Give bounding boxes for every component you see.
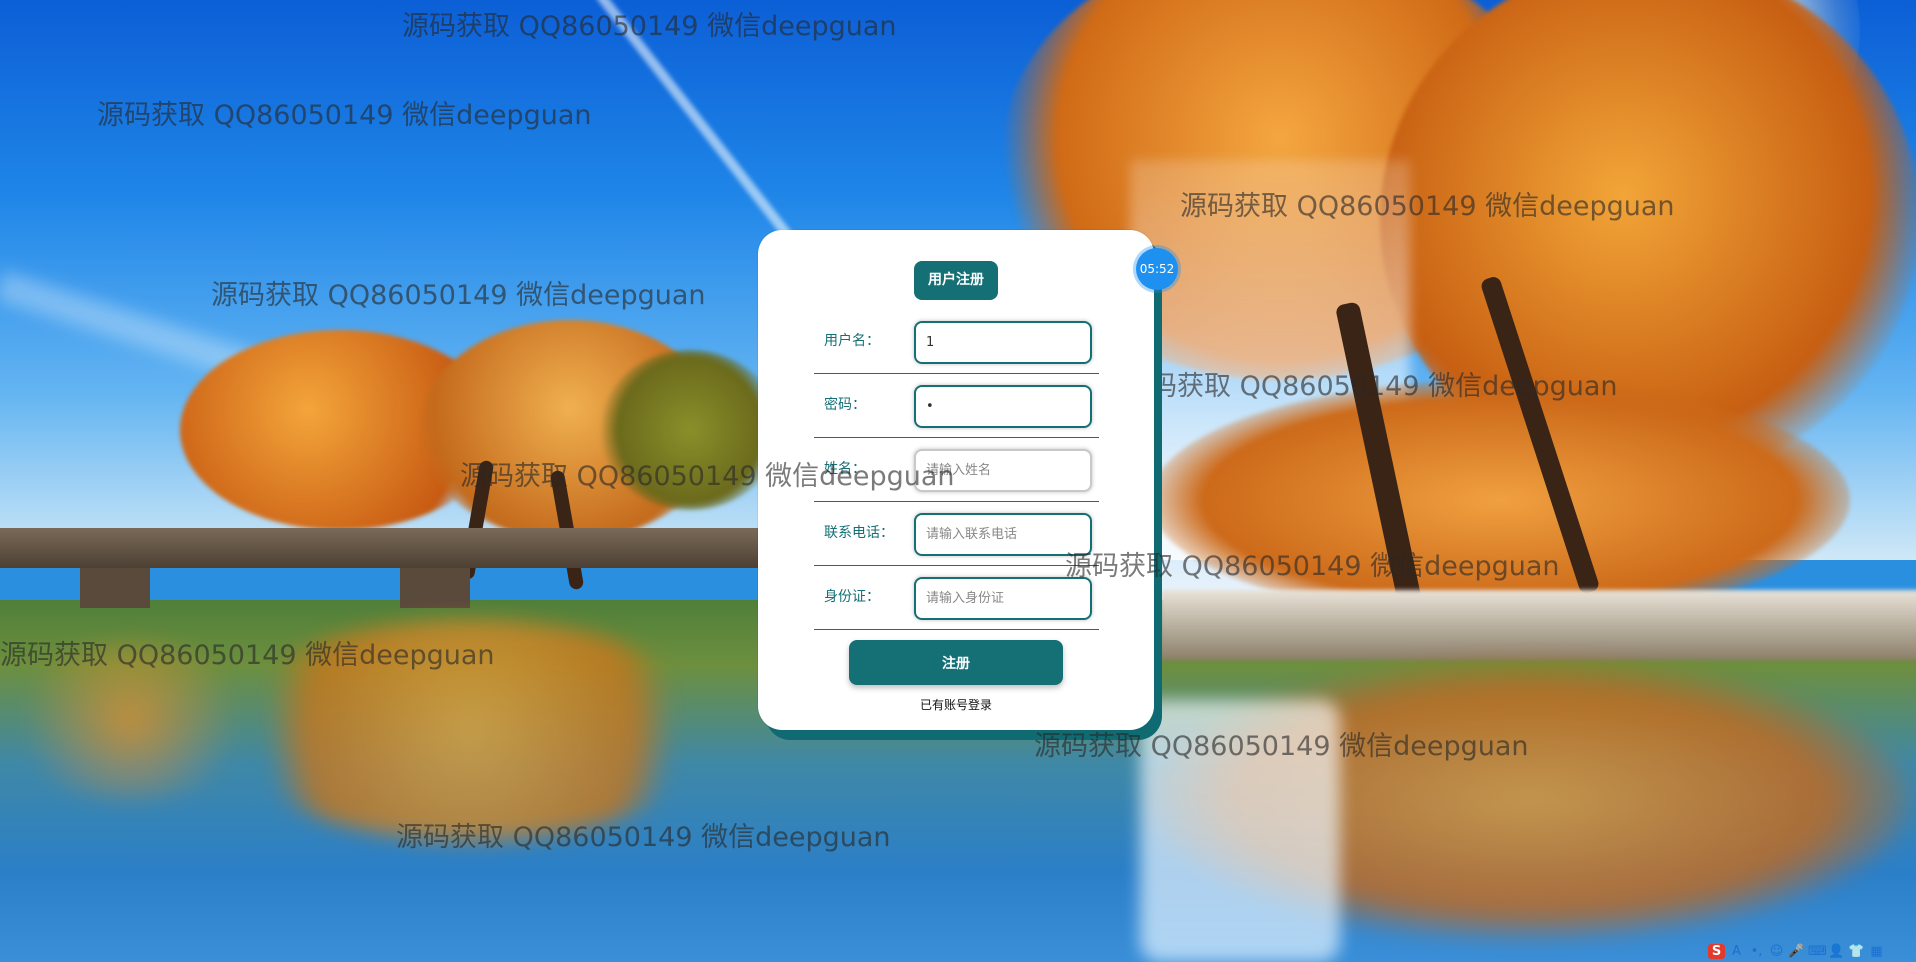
idcard-input[interactable] [914,577,1092,620]
punctuation-icon[interactable]: •, [1748,944,1765,959]
register-title: 用户注册 [914,261,998,300]
tree-canopy [600,350,780,510]
form-row-name: 姓名： [814,438,1099,502]
phone-label: 联系电话： [824,525,894,541]
bridge-pier [80,568,150,608]
login-link[interactable]: 已有账号登录 [758,696,1154,713]
keyboard-icon[interactable]: ⌨ [1808,944,1827,959]
bridge-pier [400,568,470,608]
username-label: 用户名： [824,333,880,349]
name-label: 姓名： [824,461,866,477]
ime-mode-icon[interactable]: A [1728,944,1745,959]
emoji-icon[interactable]: ☺ [1768,944,1785,959]
name-input[interactable] [914,449,1092,492]
toolbox-icon[interactable]: ▦ [1868,944,1885,959]
reflection [1140,700,1340,962]
username-input[interactable] [914,321,1092,364]
register-button[interactable]: 注册 [849,640,1063,685]
idcard-label: 身份证： [824,589,880,605]
river-bank [1160,590,1916,660]
sogou-logo-icon[interactable]: S [1708,943,1725,959]
password-label: 密码： [824,397,866,413]
reflection [220,620,720,840]
form-row-password: 密码： [814,374,1099,438]
microphone-icon[interactable]: 🎤 [1788,944,1805,959]
shrubs [1150,380,1850,620]
user-icon[interactable]: 👤 [1828,944,1845,959]
countdown-timer: 05:52 [1136,248,1178,290]
phone-input[interactable] [914,513,1092,556]
form-row-username: 用户名： [814,310,1099,374]
ime-toolbar[interactable]: S A •, ☺ 🎤 ⌨ 👤 👕 ▦ [1708,940,1885,962]
form-row-idcard: 身份证： [814,566,1099,630]
form-row-phone: 联系电话： [814,502,1099,566]
password-input[interactable] [914,385,1092,428]
bridge [0,528,760,568]
skin-icon[interactable]: 👕 [1848,944,1865,959]
register-card: 用户注册 05:52 用户名： 密码： 姓名： 联系电话： 身份证： 注册 已有… [758,230,1178,730]
